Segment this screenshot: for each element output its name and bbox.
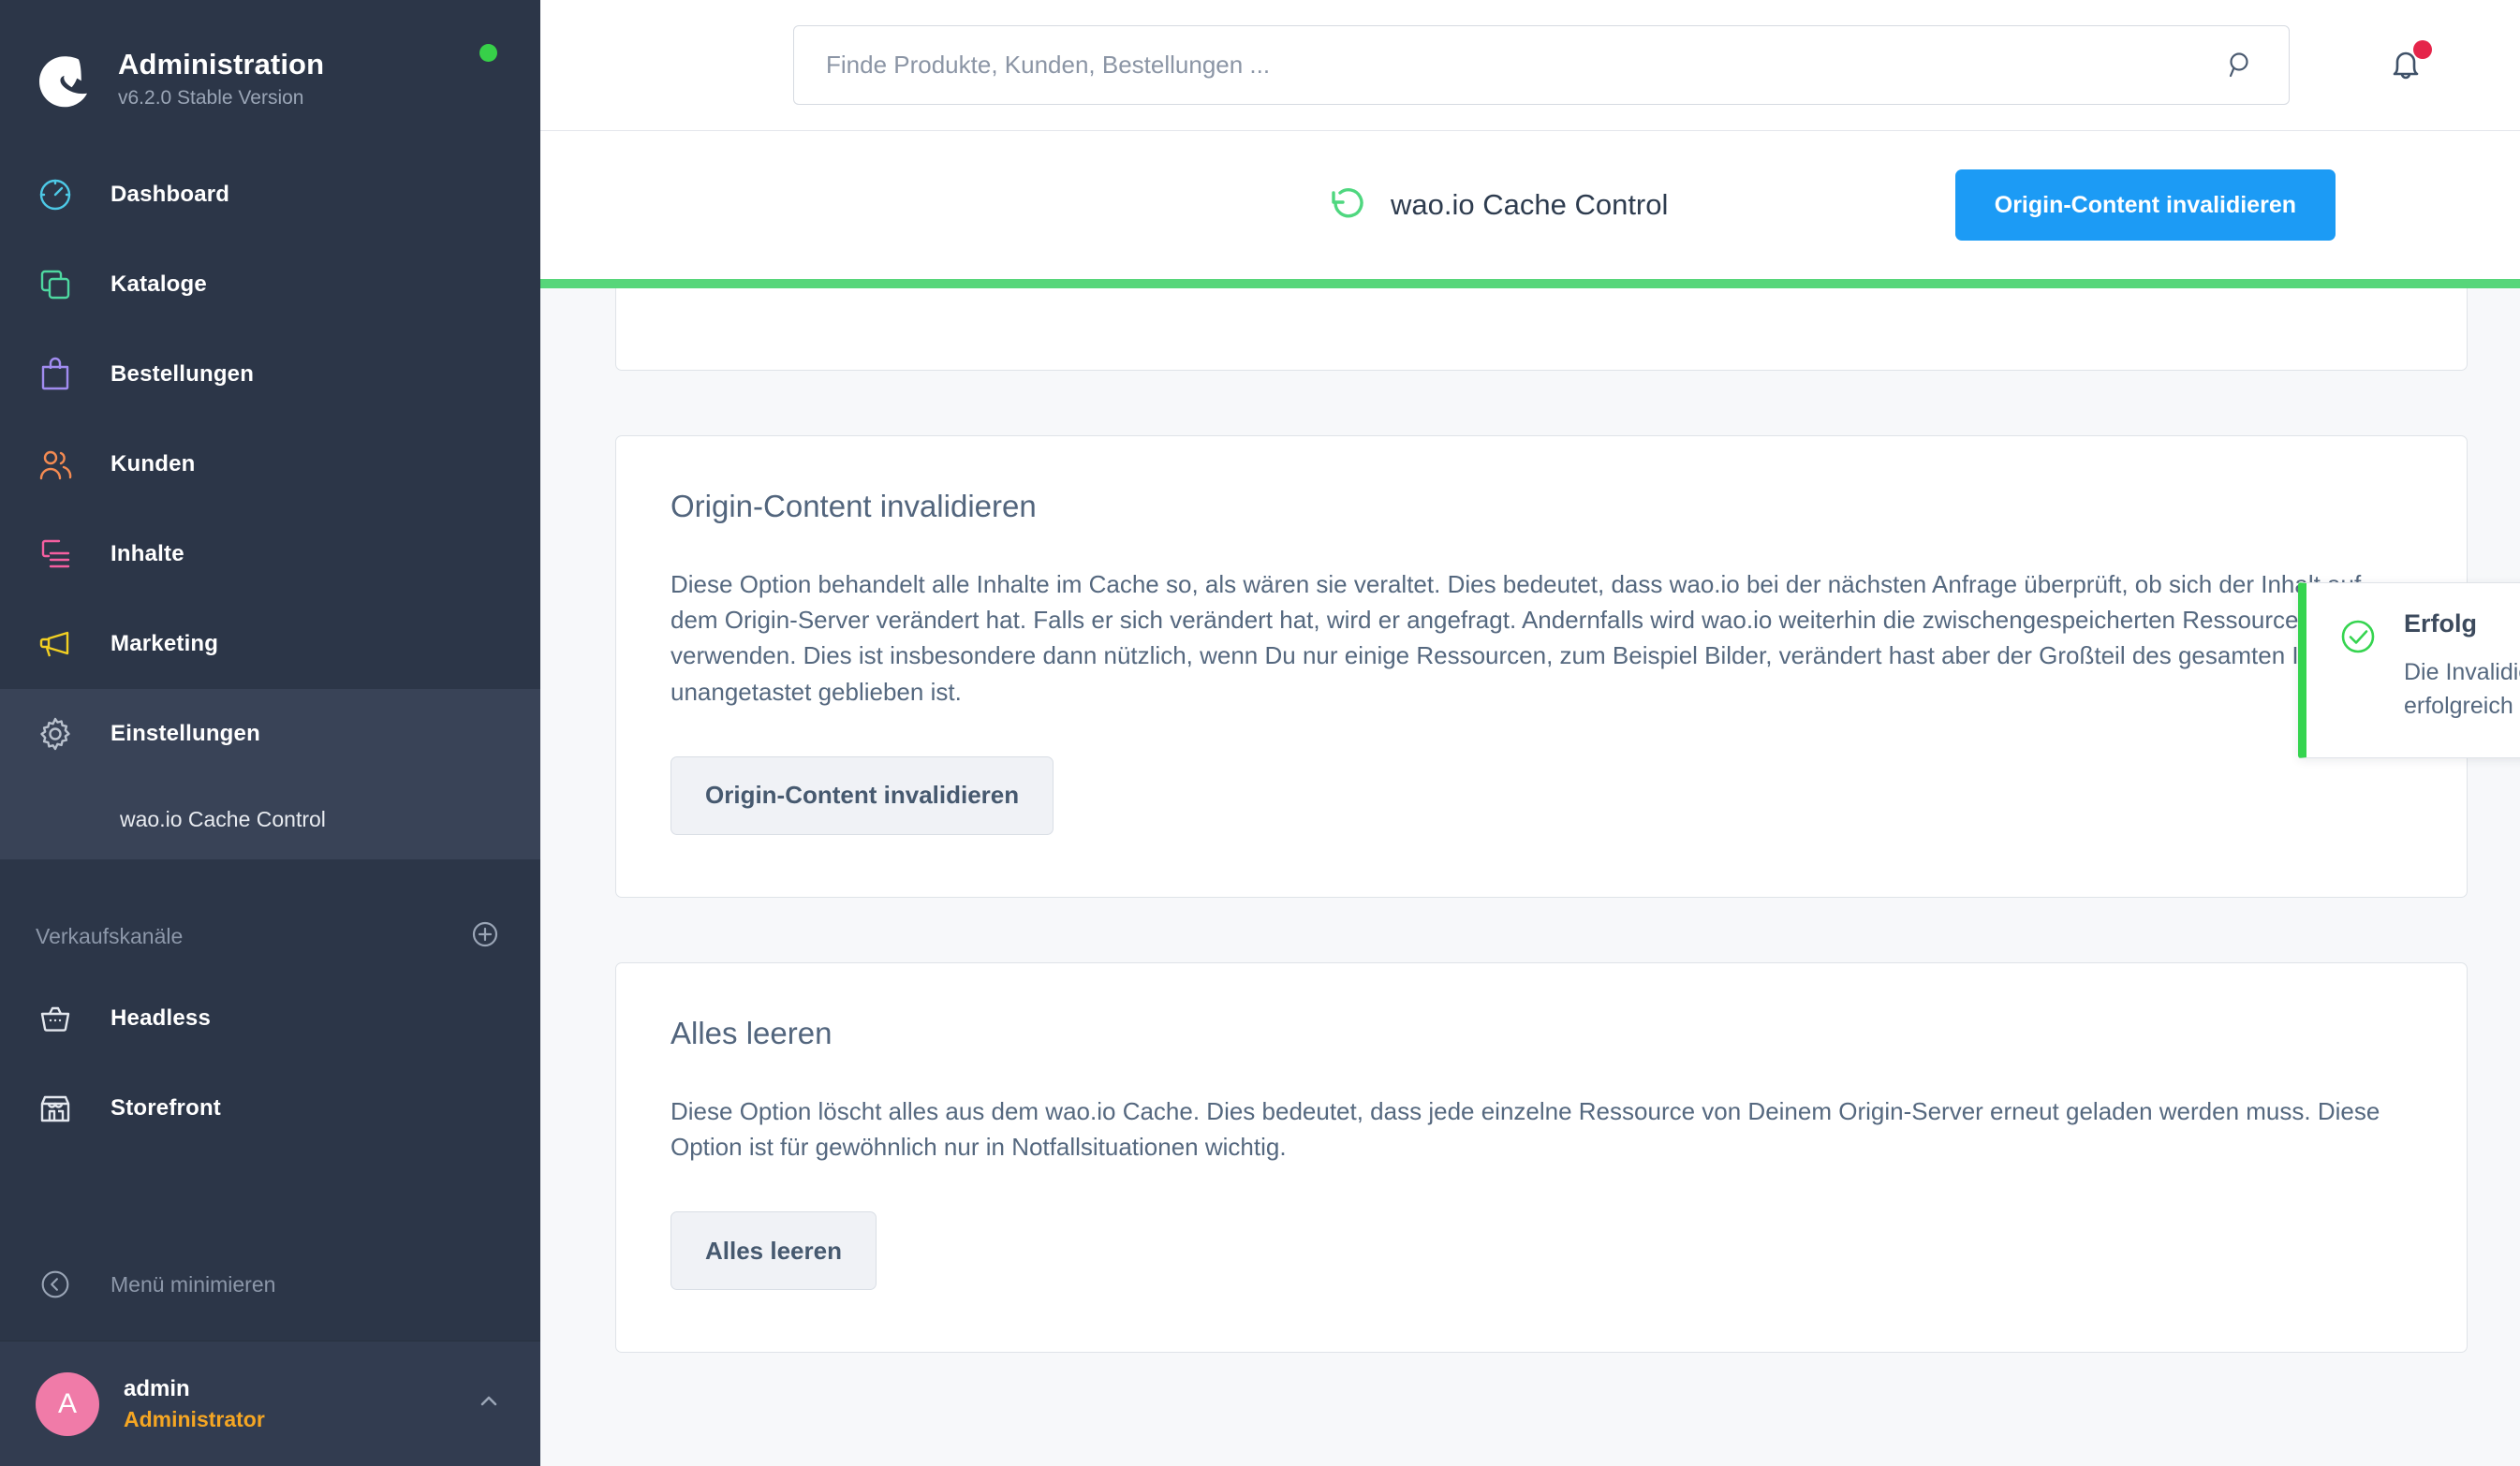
sidebar-item-label: Inhalte	[111, 541, 184, 566]
sidebar-item-label: Bestellungen	[111, 361, 255, 387]
card-title: Origin-Content invalidieren	[671, 489, 1037, 523]
content-list-icon	[36, 535, 75, 574]
notification-dot	[2413, 39, 2432, 59]
shopware-logo-icon	[36, 50, 94, 108]
sidebar-section-verkaufskanaele: Verkaufskanäle	[0, 899, 540, 974]
sidebar-section-label: Verkaufskanäle	[36, 923, 184, 948]
user-role: Administrator	[124, 1406, 265, 1431]
toast-message: Die Invalidierung Deines Caches bei wao.…	[2404, 659, 2520, 720]
status-online-dot	[479, 44, 497, 62]
sidebar-subitem-label: wao.io Cache Control	[120, 806, 326, 831]
invalidate-origin-content-primary-button[interactable]: Origin-Content invalidieren	[1954, 169, 2336, 241]
chevron-up-icon[interactable]	[473, 1385, 505, 1422]
shopping-bag-icon	[36, 355, 75, 394]
content-area: Origin-Content invalidieren Diese Option…	[540, 288, 2520, 1466]
toast-body: Erfolg Die Invalidierung Deines Caches b…	[2404, 609, 2520, 724]
refresh-circle-arrow-icon	[1325, 183, 1370, 227]
topbar: Finde Produkte, Kunden, Bestellungen ...	[540, 0, 2520, 131]
sidebar-group-einstellungen: Einstellungen wao.io Cache Control	[0, 689, 540, 859]
notifications-button[interactable]	[2382, 39, 2432, 89]
clear-all-button[interactable]: Alles leeren	[671, 1211, 877, 1291]
search-placeholder: Finde Produkte, Kunden, Bestellungen ...	[826, 51, 1271, 79]
card-description: Diese Option behandelt alle Inhalte im C…	[671, 570, 2364, 706]
sidebar-item-inhalte[interactable]: Inhalte	[0, 509, 540, 599]
progress-bar	[540, 279, 2520, 288]
minimize-menu-button[interactable]: Menü minimieren	[0, 1239, 540, 1329]
basket-icon	[36, 999, 75, 1038]
brand-title: Administration	[118, 47, 325, 81]
users-icon	[36, 445, 75, 484]
brand-version: v6.2.0 Stable Version	[118, 87, 304, 109]
success-toast: Erfolg Die Invalidierung Deines Caches b…	[2298, 582, 2520, 758]
copy-layers-icon	[36, 265, 75, 304]
sidebar-item-label: Kunden	[111, 451, 196, 476]
check-circle-icon	[2336, 615, 2380, 658]
gear-icon	[36, 714, 75, 754]
sidebar-item-bestellungen[interactable]: Bestellungen	[0, 330, 540, 419]
avatar: A	[36, 1371, 99, 1436]
sidebar-item-dashboard[interactable]: Dashboard	[0, 150, 540, 240]
admin-app: Administration v6.2.0 Stable Version Das…	[0, 0, 2520, 1466]
toast-title: Erfolg	[2404, 609, 2477, 638]
card-description: Diese Option löscht alles aus dem wao.io…	[671, 1096, 2380, 1162]
user-name: admin	[124, 1375, 190, 1401]
main-area: Finde Produkte, Kunden, Bestellungen ...	[540, 0, 2520, 1466]
megaphone-icon	[36, 624, 75, 664]
minimize-menu-label: Menü minimieren	[111, 1271, 276, 1297]
sidebar-item-label: Kataloge	[111, 271, 207, 297]
sidebar: Administration v6.2.0 Stable Version Das…	[0, 0, 540, 1466]
invalidate-origin-content-button[interactable]: Origin-Content invalidieren	[671, 755, 1054, 835]
card-partial-top	[615, 288, 2468, 371]
storefront-icon	[36, 1089, 75, 1128]
sidebar-item-label: Einstellungen	[111, 721, 260, 746]
sidebar-item-marketing[interactable]: Marketing	[0, 599, 540, 689]
search-icon[interactable]	[2225, 50, 2257, 81]
user-meta: admin Administrator	[124, 1375, 473, 1433]
sidebar-item-einstellungen[interactable]: Einstellungen	[0, 689, 540, 779]
sidebar-item-kataloge[interactable]: Kataloge	[0, 240, 540, 330]
sidebar-item-label: Storefront	[111, 1095, 221, 1121]
sidebar-subitem-wao-io-cache-control[interactable]: wao.io Cache Control	[0, 779, 540, 859]
plus-circle-icon[interactable]	[469, 918, 501, 955]
page-title: wao.io Cache Control	[1391, 188, 1669, 221]
sidebar-item-label: Headless	[111, 1005, 211, 1031]
sidebar-item-label: Dashboard	[111, 182, 230, 207]
sidebar-item-kunden[interactable]: Kunden	[0, 419, 540, 509]
page-header-left: wao.io Cache Control	[1325, 183, 1668, 227]
sidebar-brand[interactable]: Administration v6.2.0 Stable Version	[0, 0, 540, 129]
sidebar-item-headless[interactable]: Headless	[0, 974, 540, 1063]
sidebar-item-label: Marketing	[111, 631, 219, 656]
chevron-left-circle-icon	[36, 1265, 75, 1304]
card-origin-content-invalidieren: Origin-Content invalidieren Diese Option…	[615, 435, 2468, 898]
brand-text: Administration v6.2.0 Stable Version	[118, 47, 325, 109]
card-title: Alles leeren	[671, 1015, 833, 1050]
search-input[interactable]: Finde Produkte, Kunden, Bestellungen ...	[793, 25, 2290, 105]
sidebar-item-storefront[interactable]: Storefront	[0, 1063, 540, 1153]
sidebar-nav: Dashboard Kataloge Bestellungen Kunden I…	[0, 129, 540, 1153]
user-account-section[interactable]: A admin Administrator	[0, 1341, 540, 1466]
page-header: wao.io Cache Control Origin-Content inva…	[540, 131, 2520, 279]
global-search: Finde Produkte, Kunden, Bestellungen ...	[793, 25, 2290, 105]
card-alles-leeren: Alles leeren Diese Option löscht alles a…	[615, 961, 2468, 1354]
speedometer-icon	[36, 175, 75, 214]
